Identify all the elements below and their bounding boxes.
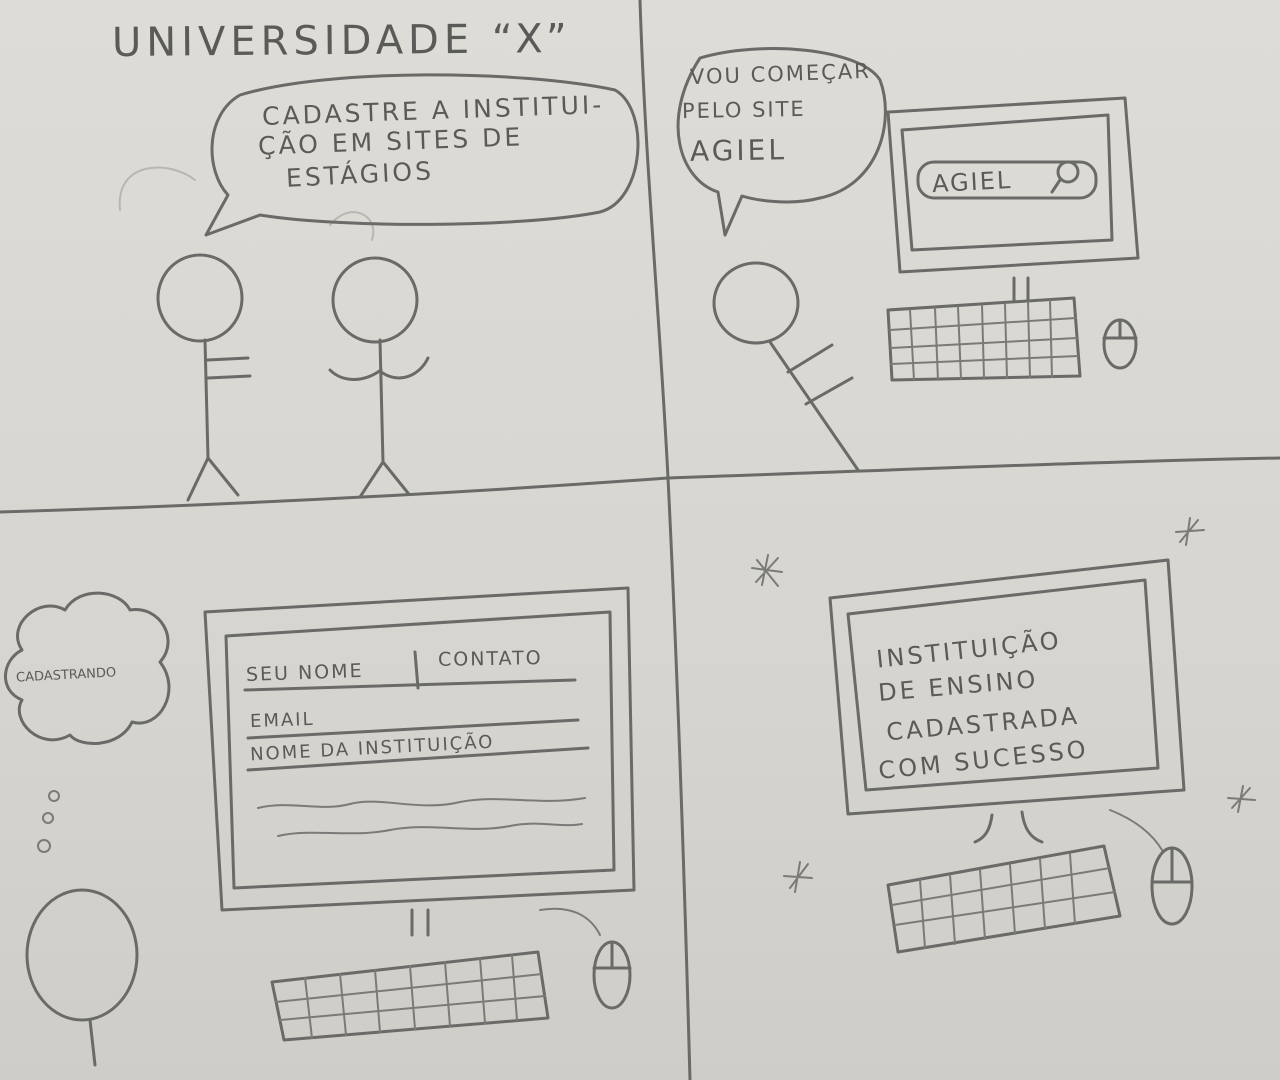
stick-figure-left: [156, 253, 252, 502]
star-icon: [751, 554, 783, 587]
keyboard: [886, 844, 1122, 954]
speech-line-3: AGIEL: [689, 133, 788, 168]
agiel-search-label: AGIEL: [931, 165, 1013, 199]
star-icon: [1227, 785, 1256, 813]
panel-borders: [0, 0, 1280, 1080]
comic-title: UNIVERSIDADE “X”: [111, 15, 572, 67]
stick-figure-head: [25, 888, 139, 1067]
mouse: [1102, 318, 1138, 370]
comic-page: UNIVERSIDADE “X” CADASTRE A INSTITUI- ÇÃ…: [0, 0, 1280, 1080]
mouse: [1150, 846, 1194, 926]
monitor-agiel: [886, 96, 1140, 302]
form-name-field: SEU NOME: [245, 659, 364, 687]
comic-drawing: [0, 0, 1280, 1080]
stick-figure-typing: [712, 261, 860, 472]
form-email-field: EMAIL: [249, 708, 315, 733]
star-icon: [783, 861, 813, 893]
form-contact-field: CONTATO: [437, 647, 543, 671]
star-icon: [1175, 517, 1205, 546]
keyboard: [270, 950, 550, 1042]
stick-figure-right: [328, 256, 430, 499]
keyboard: [886, 296, 1082, 382]
speech-line-2: PELO SITE: [681, 96, 806, 124]
mouse: [539, 907, 632, 1010]
